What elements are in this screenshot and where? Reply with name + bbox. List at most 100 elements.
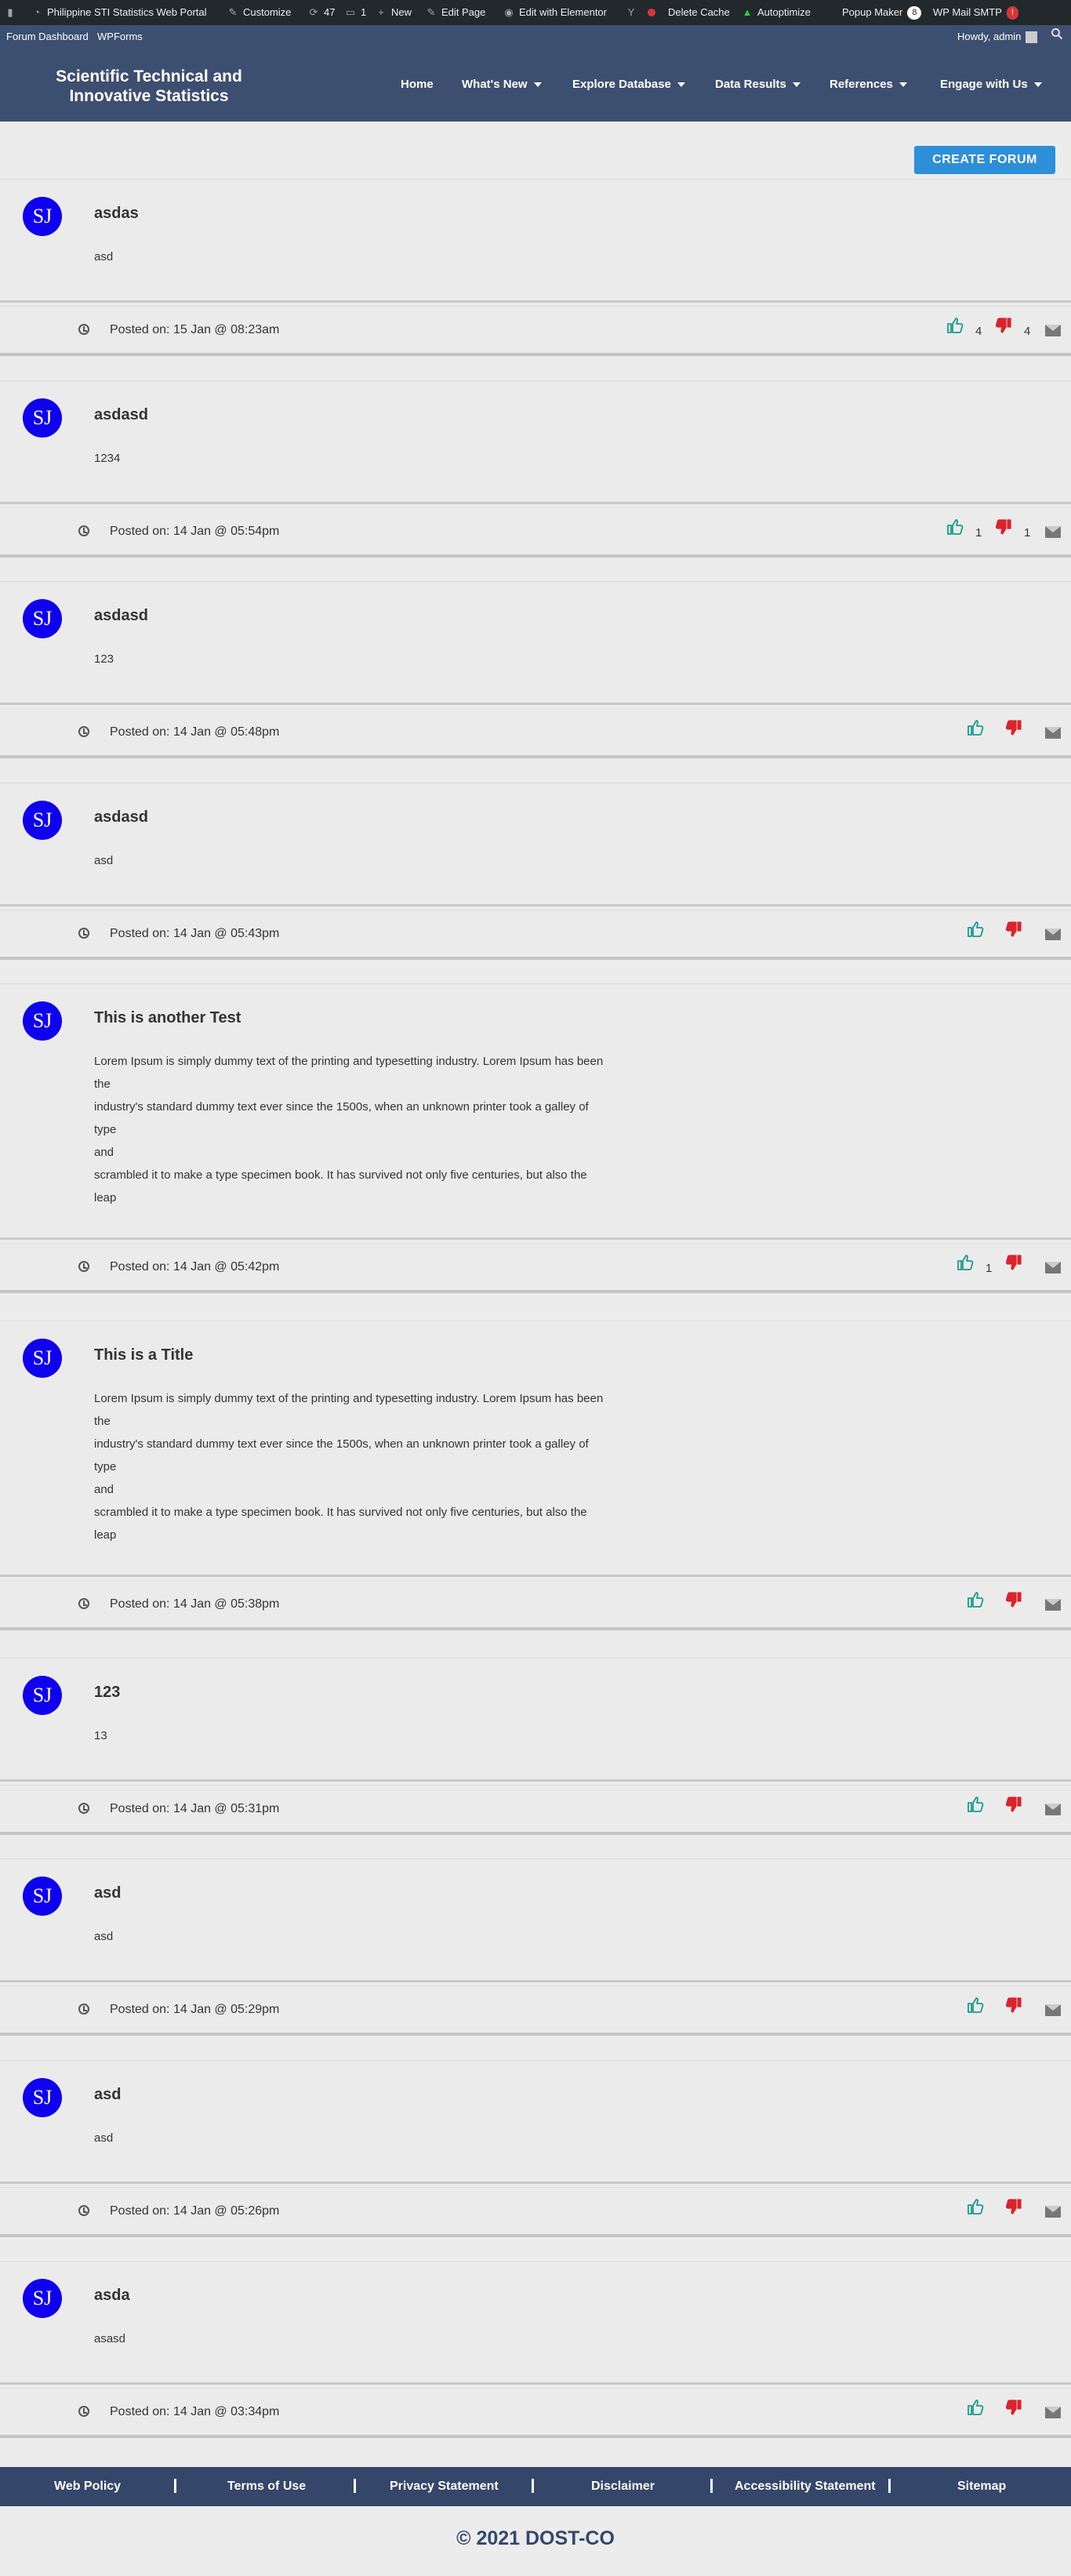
mail-icon[interactable]: [1045, 526, 1061, 538]
mail-icon[interactable]: [1045, 2206, 1061, 2218]
thumbs-down-icon[interactable]: [1004, 1590, 1023, 1609]
thumbs-up-icon[interactable]: [966, 1590, 985, 1609]
footer-separator: [710, 2479, 713, 2493]
footer-privacy-statement[interactable]: Privacy Statement: [390, 2480, 499, 2494]
post-body[interactable]: SJ This is another Test Lorem Ipsum is sim…: [0, 983, 1071, 1240]
post-body[interactable]: SJ asda asasd: [0, 2261, 1071, 2385]
thumbs-up-icon[interactable]: [956, 1253, 975, 1272]
admin-edit-elementor[interactable]: ◉ Edit with Elementor: [503, 0, 607, 25]
nav-explore-database[interactable]: Explore Database: [572, 78, 685, 91]
post-date: Posted on: 14 Jan @ 05:26pm: [110, 2204, 280, 2218]
thumbs-down-icon[interactable]: [1004, 920, 1023, 939]
post-footer: Posted on: 14 Jan @ 05:48pm: [0, 708, 1071, 758]
post-body[interactable]: SJ asdasd asd: [0, 783, 1071, 907]
admin-wp-mail-smtp[interactable]: WP Mail SMTP!: [933, 0, 1018, 25]
avatar: SJ: [23, 2279, 62, 2318]
thumbs-up-icon[interactable]: [966, 920, 985, 939]
mail-icon[interactable]: [1045, 727, 1061, 739]
thumbs-down-icon[interactable]: [1004, 1795, 1023, 1814]
post-body[interactable]: SJ asdasd 1234: [0, 380, 1071, 504]
avatar: SJ: [23, 599, 62, 638]
wpforms-link[interactable]: WPForms: [97, 25, 143, 48]
admin-popup-maker[interactable]: Popup Maker 8: [842, 0, 922, 25]
mail-icon[interactable]: [1045, 1804, 1061, 1815]
mail-icon[interactable]: [1045, 325, 1061, 336]
post-content-line: 1234: [94, 452, 121, 465]
nav-data-results[interactable]: Data Results: [715, 78, 801, 91]
admin-autoptimize[interactable]: ▲ Autoptimize: [742, 0, 811, 25]
thumbs-down-icon[interactable]: [994, 316, 1013, 335]
post-title[interactable]: This is a Title: [94, 1346, 193, 1364]
post-content: Lorem Ipsum is simply dummy text of the …: [94, 1387, 643, 1546]
post-content-line: 123: [94, 652, 114, 666]
post-title[interactable]: asd: [94, 2086, 121, 2104]
post-footer: Posted on: 14 Jan @ 05:43pm: [0, 910, 1071, 960]
post-title[interactable]: This is another Test: [94, 1009, 241, 1027]
footer-sitemap[interactable]: Sitemap: [957, 2480, 1006, 2494]
post-footer: Posted on: 14 Jan @ 05:54pm 1 1: [0, 507, 1071, 558]
thumbs-down-icon[interactable]: [1004, 2197, 1023, 2216]
thumbs-down-icon[interactable]: [994, 518, 1013, 536]
dislike-count: 4: [1024, 325, 1031, 338]
thumbs-up-icon[interactable]: [966, 718, 985, 737]
thumbs-up-icon[interactable]: [966, 2398, 985, 2417]
post-title[interactable]: asda: [94, 2287, 130, 2305]
thumbs-down-icon[interactable]: [1004, 1996, 1023, 2015]
site-title[interactable]: Scientific Technical and Innovative Stat…: [31, 67, 267, 106]
avatar: SJ: [23, 398, 62, 438]
post-title[interactable]: asd: [94, 1884, 121, 1902]
post-body[interactable]: SJ asdas asd: [0, 179, 1071, 303]
post-title[interactable]: asdasd: [94, 406, 148, 424]
thumbs-down-icon[interactable]: [1004, 2398, 1023, 2417]
mail-icon[interactable]: [1045, 1599, 1061, 1611]
nav-home[interactable]: Home: [401, 78, 434, 91]
admin-comments[interactable]: ▭ 1: [345, 0, 366, 25]
post-content-line: asasd: [94, 2332, 126, 2345]
create-forum-button[interactable]: CREATE FORUM: [914, 146, 1055, 174]
thumbs-up-icon[interactable]: [946, 316, 964, 335]
mail-icon[interactable]: [1045, 1262, 1061, 1273]
mail-icon[interactable]: [1045, 928, 1061, 940]
mail-icon[interactable]: [1045, 2407, 1061, 2418]
post-title[interactable]: asdasd: [94, 808, 148, 827]
post-title[interactable]: asdasd: [94, 607, 148, 625]
yoast-icon[interactable]: Y: [626, 0, 641, 25]
post-body[interactable]: SJ asd asd: [0, 1858, 1071, 1982]
admin-delete-cache[interactable]: Delete Cache: [668, 0, 730, 25]
admin-site-name[interactable]: ◔ Philippine STI Statistics Web Portal: [31, 0, 206, 25]
post-content: asd: [94, 245, 643, 268]
admin-customize[interactable]: ✎ Customize: [227, 0, 292, 25]
search-icon[interactable]: [1051, 25, 1063, 48]
forum-dashboard-link[interactable]: Forum Dashboard: [6, 25, 89, 48]
footer-disclaimer[interactable]: Disclaimer: [591, 2480, 655, 2494]
post-body[interactable]: SJ This is a Title Lorem Ipsum is simply d…: [0, 1321, 1071, 1577]
thumbs-up-icon[interactable]: [966, 2197, 985, 2216]
nav-references[interactable]: References: [830, 78, 907, 91]
dislike-count: 1: [1024, 526, 1031, 540]
mail-icon[interactable]: [1045, 2004, 1061, 2016]
nav-whats-new[interactable]: What's New: [462, 78, 542, 91]
thumbs-up-icon[interactable]: [966, 1996, 985, 2015]
avatar: SJ: [23, 1676, 62, 1715]
avatar: SJ: [23, 197, 62, 236]
post-title[interactable]: 123: [94, 1684, 120, 1702]
post-date: Posted on: 15 Jan @ 08:23am: [110, 323, 280, 336]
footer-web-policy[interactable]: Web Policy: [54, 2480, 121, 2494]
post-body[interactable]: SJ asd asd: [0, 2060, 1071, 2184]
admin-new[interactable]: + New: [376, 0, 412, 25]
post-title[interactable]: asdas: [94, 205, 139, 223]
admin-edit-page[interactable]: ✎ Edit Page: [426, 0, 486, 25]
nav-engage-with-us[interactable]: Engage with Us: [940, 78, 1042, 91]
thumbs-up-icon[interactable]: [946, 518, 964, 536]
thumbs-up-icon[interactable]: [966, 1795, 985, 1814]
post-body[interactable]: SJ asdasd 123: [0, 581, 1071, 705]
wp-logo-icon[interactable]: ▮: [5, 0, 20, 25]
footer-terms-of-use[interactable]: Terms of Use: [227, 2480, 306, 2494]
thumbs-down-icon[interactable]: [1004, 1253, 1023, 1272]
post-body[interactable]: SJ 123 13: [0, 1658, 1071, 1782]
footer-accessibility-statement[interactable]: Accessibility Statement: [735, 2480, 876, 2494]
howdy-user[interactable]: Howdy, admin: [957, 25, 1038, 48]
thumbs-down-icon[interactable]: [1004, 718, 1023, 737]
post-footer: Posted on: 14 Jan @ 05:26pm: [0, 2187, 1071, 2237]
admin-updates[interactable]: ⟳ 47: [308, 0, 336, 25]
